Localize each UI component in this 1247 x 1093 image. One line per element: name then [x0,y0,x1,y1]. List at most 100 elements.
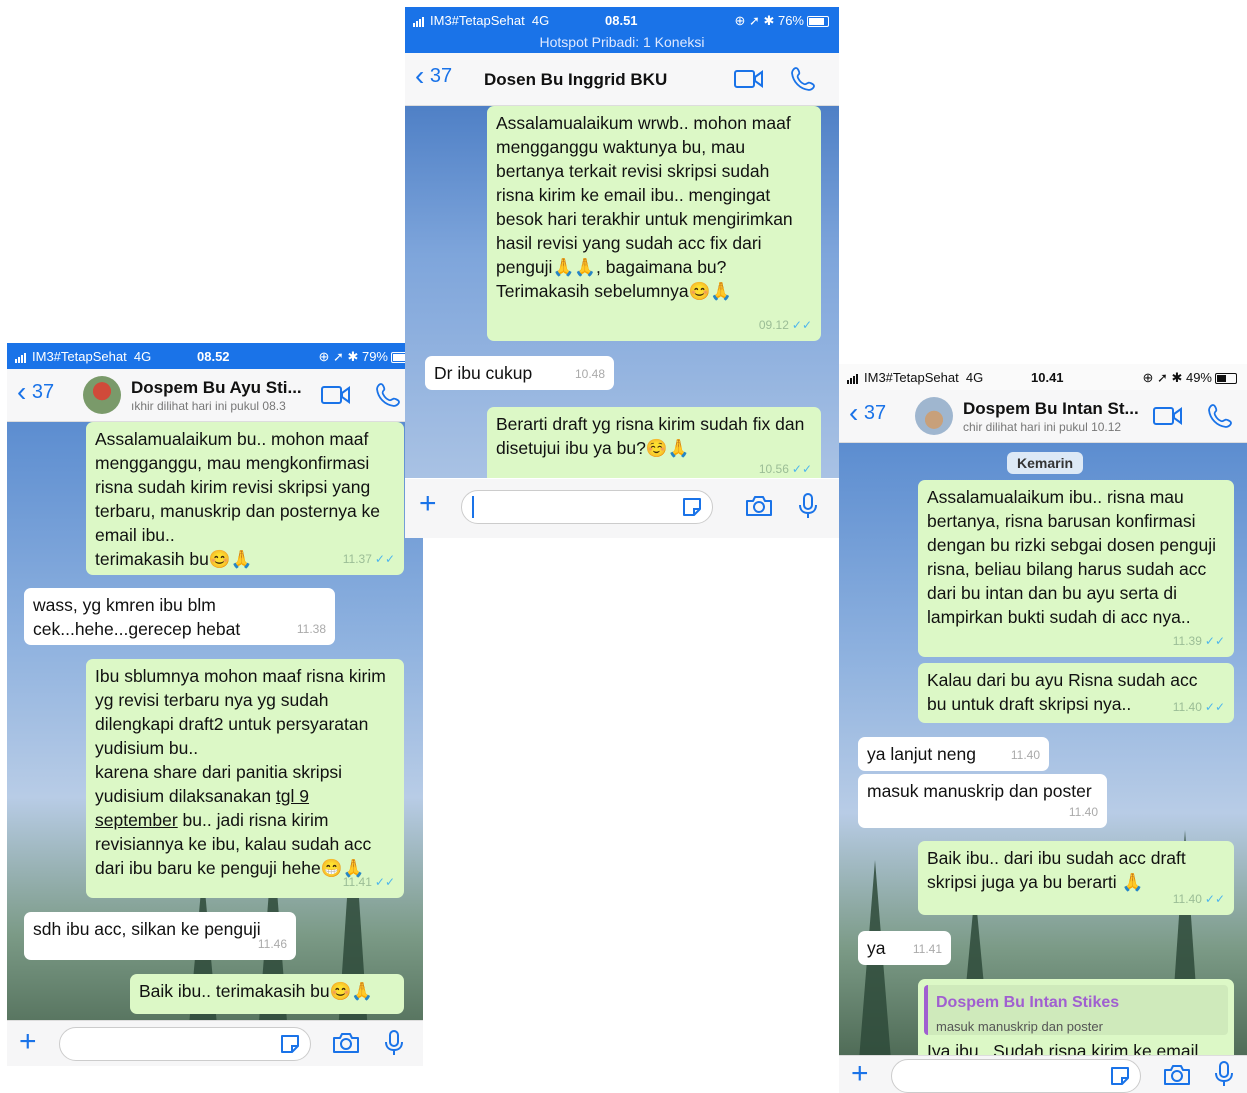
message-bubble-incoming[interactable]: ya 11.41 [858,931,951,965]
message-time: 11.40 [1172,700,1202,714]
read-ticks-icon: ✓✓ [791,318,812,332]
carrier-label: IM3#TetapSehat [864,370,959,385]
message-input[interactable] [461,490,713,524]
message-bubble-outgoing[interactable]: Baik ibu.. terimakasih bu😊🙏 [130,974,404,1014]
message-list[interactable]: Assalamualaikum bu.. mohon maaf menggang… [7,422,423,1048]
microphone-icon[interactable] [798,492,818,525]
avatar[interactable] [83,376,121,414]
camera-icon[interactable] [332,1031,360,1060]
message-bubble-outgoing[interactable]: Assalamualaikum bu.. mohon maaf menggang… [86,422,404,575]
sticker-icon[interactable] [1108,1064,1132,1093]
message-time: 11.46 [257,937,287,951]
battery-percent: 76% [777,13,804,28]
clock: 08.52 [197,349,230,364]
last-seen: ıkhir dilihat hari ini pukul 08.3 [131,399,286,413]
message-bubble-incoming[interactable]: masuk manuskrip dan poster 11.40 [858,774,1107,828]
message-time: 11.37 [342,552,372,566]
sticker-icon[interactable] [680,495,704,524]
camera-icon[interactable] [745,494,773,523]
phone-call-icon[interactable] [1207,403,1233,434]
message-time: 09.12 [758,318,789,332]
video-call-icon[interactable] [1153,405,1183,432]
battery-icon [807,16,829,28]
message-bubble-outgoing[interactable]: Berarti draft yg risna kirim sudah fix d… [487,407,821,478]
message-text: sdh ibu acc, silkan ke penguji [33,919,261,939]
network-label: 4G [965,370,984,385]
message-time: 11.40 [1172,892,1202,906]
battery-percent: 79% [361,349,388,364]
signal-icon [847,373,861,384]
carrier-label: IM3#TetapSehat [430,13,525,28]
message-bubble-incoming[interactable]: Dr ibu cukup 10.48 [425,356,614,390]
message-time: 10.48 [574,367,605,381]
message-bubble-incoming[interactable]: wass, yg kmren ibu blm cek...hehe...gere… [24,588,335,645]
plus-icon[interactable]: + [851,1059,869,1089]
message-list[interactable]: Assalamualaikum wrwb.. mohon maaf mengga… [405,106,839,478]
chat-screen-middle: IM3#TetapSehat 4G 08.51 ⊕ ➚ ✱ 76% Hotspo… [405,7,839,538]
message-input[interactable] [59,1027,311,1061]
video-call-icon[interactable] [321,384,351,411]
message-bubble-outgoing[interactable]: Ibu sblumnya mohon maaf risna kirim yg r… [86,659,404,898]
message-bubble-outgoing[interactable]: Baik ibu.. dari ibu sudah acc draft skri… [918,841,1234,915]
microphone-icon[interactable] [1214,1060,1234,1093]
chevron-left-icon: ‹ [415,60,425,91]
phone-call-icon[interactable] [790,66,816,97]
video-call-icon[interactable] [734,68,764,95]
phone-call-icon[interactable] [375,382,401,413]
battery-percent: 49% [1185,370,1212,385]
message-bubble-outgoing[interactable]: Assalamualaikum wrwb.. mohon maaf mengga… [487,106,821,341]
signal-icon [413,16,427,27]
message-text: Berarti draft yg risna kirim sudah fix d… [496,414,805,458]
quoted-sender: Dospem Bu Intan Stikes [936,994,1120,1011]
unread-count: 37 [863,402,887,424]
message-list[interactable]: Kemarin Assalamualaikum ibu.. risna mau … [839,443,1247,1060]
message-bubble-outgoing[interactable]: Assalamualaikum ibu.. risna mau bertanya… [918,480,1234,657]
message-text: Assalamualaikum ibu.. risna mau bertanya… [927,487,1216,627]
read-ticks-icon: ✓✓ [791,462,812,476]
hotspot-banner[interactable]: Hotspot Pribadi: 1 Koneksi [405,34,839,50]
compose-bar: + [7,1020,423,1066]
message-bubble-outgoing[interactable]: Dospem Bu Intan Stikes masuk manuskrip d… [918,979,1234,1060]
microphone-icon[interactable] [384,1029,404,1062]
chat-header: ‹ 37 Dosen Bu Inggrid BKU [405,53,839,106]
back-button[interactable]: ‹ 37 [849,397,887,428]
status-bar: IM3#TetapSehat 4G 08.51 ⊕ ➚ ✱ 76% Hotspo… [405,7,839,53]
chat-screen-left: IM3#TetapSehat 4G 08.52 ⊕ ➚ ✱ 79% ‹ 37 D… [7,343,423,1066]
unread-count: 37 [31,381,55,403]
contact-name[interactable]: Dosen Bu Inggrid BKU [484,70,667,90]
message-text: wass, yg kmren ibu blm cek...hehe...gere… [33,595,241,639]
plus-icon[interactable]: + [419,489,437,519]
plus-icon[interactable]: + [19,1027,37,1057]
quoted-reply[interactable]: Dospem Bu Intan Stikes masuk manuskrip d… [924,985,1228,1035]
message-bubble-incoming[interactable]: sdh ibu acc, silkan ke penguji 11.46 [24,912,296,960]
message-time: 11.39 [1172,634,1202,648]
status-icons: ⊕ ➚ ✱ [734,13,775,28]
message-text: ya lanjut neng [867,744,976,764]
chevron-left-icon: ‹ [849,397,859,428]
message-text: Assalamualaikum bu.. mohon maaf menggang… [95,429,381,545]
status-bar: IM3#TetapSehat 4G 08.52 ⊕ ➚ ✱ 79% [7,343,423,369]
back-button[interactable]: ‹ 37 [415,60,453,91]
compose-bar: + [839,1055,1247,1093]
message-text: ya [867,938,886,958]
avatar[interactable] [915,397,953,435]
signal-icon [15,352,29,363]
unread-count: 37 [429,65,453,87]
read-ticks-icon: ✓✓ [374,875,395,889]
sticker-icon[interactable] [278,1032,302,1061]
battery-icon [1215,373,1237,385]
message-text: Ibu sblumnya mohon maaf risna kirim yg r… [95,666,386,758]
message-time: 11.41 [342,875,372,889]
clock: 10.41 [1031,370,1064,385]
message-bubble-outgoing[interactable]: Kalau dari bu ayu Risna sudah acc bu unt… [918,663,1234,723]
back-button[interactable]: ‹ 37 [17,378,55,406]
camera-icon[interactable] [1163,1063,1191,1092]
message-input[interactable] [891,1059,1141,1093]
message-time: 11.40 [1010,748,1040,762]
message-text: Dr ibu cukup [434,363,533,383]
contact-name[interactable]: Dospem Bu Ayu Sti... [131,378,302,398]
chat-header: ‹ 37 Dospem Bu Ayu Sti... ıkhir dilihat … [7,369,423,422]
message-bubble-incoming[interactable]: ya lanjut neng 11.40 [858,737,1049,771]
message-time: 11.41 [912,942,942,956]
contact-name[interactable]: Dospem Bu Intan St... [963,399,1139,419]
